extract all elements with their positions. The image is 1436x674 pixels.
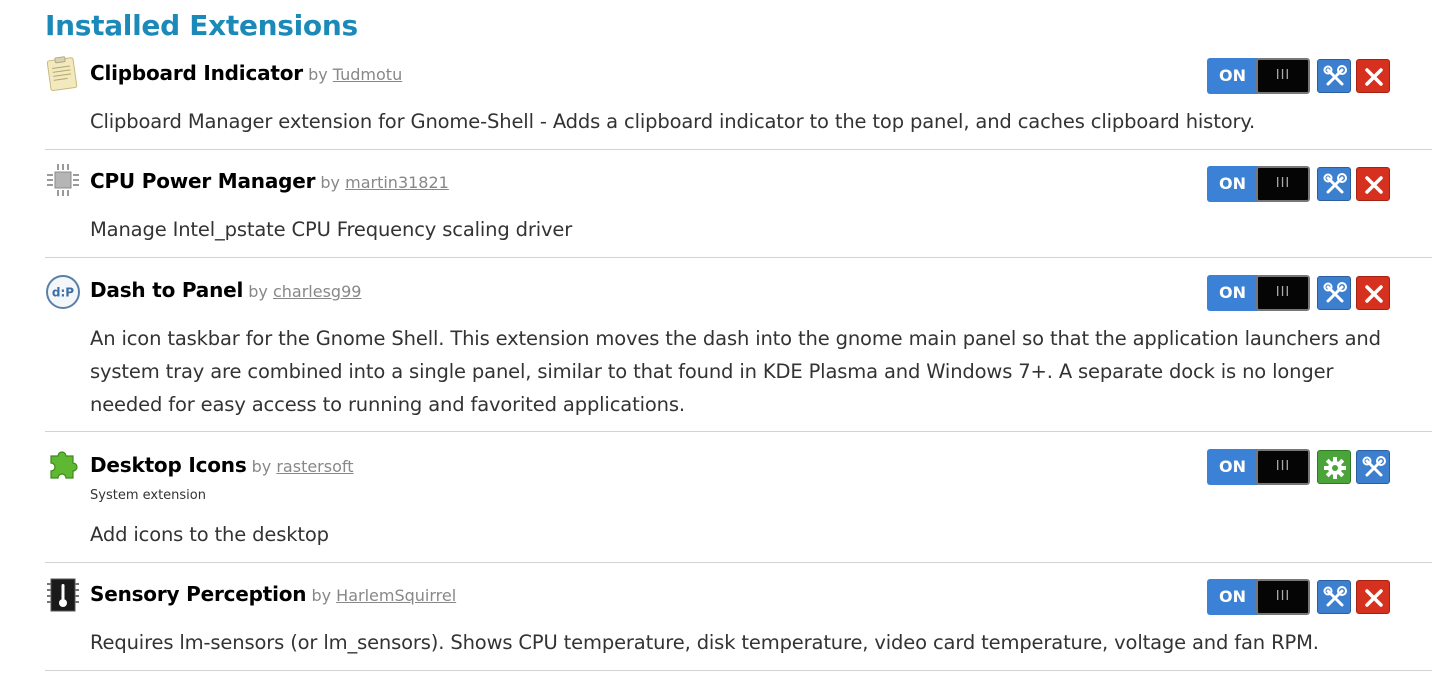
switch-on-label: ON: [1207, 166, 1258, 202]
extension-title: CPU Power Manager by martin31821: [90, 169, 449, 193]
system-extension-label: System extension: [90, 488, 206, 503]
cpu-chip-icon: [45, 162, 81, 198]
extension-name[interactable]: Clipboard Indicator: [90, 61, 303, 85]
extension-name[interactable]: Desktop Icons: [90, 453, 247, 477]
extension-description: Clipboard Manager extension for Gnome-Sh…: [90, 110, 1255, 133]
tools-icon: [1323, 282, 1347, 303]
switch-on-label: ON: [1207, 58, 1258, 94]
author-link[interactable]: HarlemSquirrel: [336, 586, 456, 605]
by-label: by: [320, 173, 341, 192]
switch-knob: III: [1256, 166, 1310, 202]
extension-row-clipboard-indicator: Clipboard Indicator by Tudmotu Clipboard…: [45, 50, 1432, 150]
svg-text:d:P: d:P: [52, 286, 74, 300]
puzzle-piece-icon: [45, 446, 81, 482]
clipboard-icon: [45, 56, 81, 92]
tools-icon: [1323, 65, 1347, 86]
extension-title: Dash to Panel by charlesg99: [90, 278, 361, 302]
author-link[interactable]: rastersoft: [276, 457, 353, 476]
gear-icon: [1324, 457, 1346, 479]
remove-button[interactable]: [1356, 167, 1390, 201]
extension-description: An icon taskbar for the Gnome Shell. Thi…: [90, 327, 1381, 416]
tools-icon: [1323, 586, 1347, 607]
author-link[interactable]: charlesg99: [273, 282, 361, 301]
enable-switch[interactable]: ON III: [1207, 579, 1310, 615]
switch-knob: III: [1256, 449, 1310, 485]
extension-row-cpu-power-manager: CPU Power Manager by martin31821 Manage …: [45, 150, 1432, 258]
close-icon: [1365, 285, 1383, 303]
switch-on-label: ON: [1207, 579, 1258, 615]
enable-switch[interactable]: ON III: [1207, 58, 1310, 94]
configure-button[interactable]: [1356, 450, 1390, 484]
extensions-page: Installed Extensions Clipboard Indicator…: [0, 0, 1436, 674]
close-icon: [1365, 68, 1383, 86]
by-label: by: [308, 65, 328, 84]
system-settings-button[interactable]: [1317, 450, 1351, 484]
by-label: by: [251, 457, 272, 476]
switch-on-label: ON: [1207, 449, 1258, 485]
remove-button[interactable]: [1356, 580, 1390, 614]
dash-to-panel-icon: d:P: [45, 274, 81, 310]
extension-title: Clipboard Indicator by Tudmotu: [90, 61, 402, 85]
by-label: by: [311, 586, 332, 605]
remove-button[interactable]: [1356, 276, 1390, 310]
extension-title: Sensory Perception by HarlemSquirrel: [90, 582, 456, 606]
switch-knob: III: [1256, 58, 1310, 94]
author-link[interactable]: martin31821: [345, 173, 449, 192]
enable-switch[interactable]: ON III: [1207, 166, 1310, 202]
extension-description: Requires lm-sensors (or lm_sensors). Sho…: [90, 631, 1319, 654]
by-label: by: [248, 282, 268, 301]
extension-row-desktop-icons: Desktop Icons by rastersoft System exten…: [45, 432, 1432, 563]
enable-switch[interactable]: ON III: [1207, 449, 1310, 485]
extension-description: Manage Intel_pstate CPU Frequency scalin…: [90, 218, 573, 241]
extension-description: Add icons to the desktop: [90, 523, 329, 546]
configure-button[interactable]: [1317, 580, 1351, 614]
close-icon: [1365, 176, 1383, 194]
configure-button[interactable]: [1317, 276, 1351, 310]
page-title: Installed Extensions: [45, 9, 358, 42]
remove-button[interactable]: [1356, 59, 1390, 93]
tools-icon: [1362, 456, 1386, 477]
extension-name[interactable]: CPU Power Manager: [90, 169, 315, 193]
switch-knob: III: [1256, 579, 1310, 615]
close-icon: [1365, 589, 1383, 607]
author-link[interactable]: Tudmotu: [333, 65, 402, 84]
extension-title: Desktop Icons by rastersoft: [90, 453, 354, 477]
tools-icon: [1323, 173, 1347, 194]
configure-button[interactable]: [1317, 167, 1351, 201]
extension-name[interactable]: Sensory Perception: [90, 582, 307, 606]
extension-row-sensory-perception: Sensory Perception by HarlemSquirrel Req…: [45, 563, 1432, 671]
extension-name[interactable]: Dash to Panel: [90, 278, 243, 302]
enable-switch[interactable]: ON III: [1207, 275, 1310, 311]
configure-button[interactable]: [1317, 59, 1351, 93]
thermometer-chip-icon: [45, 577, 81, 613]
switch-on-label: ON: [1207, 275, 1258, 311]
switch-knob: III: [1256, 275, 1310, 311]
extension-row-dash-to-panel: d:P Dash to Panel by charlesg99 An icon …: [45, 258, 1432, 432]
